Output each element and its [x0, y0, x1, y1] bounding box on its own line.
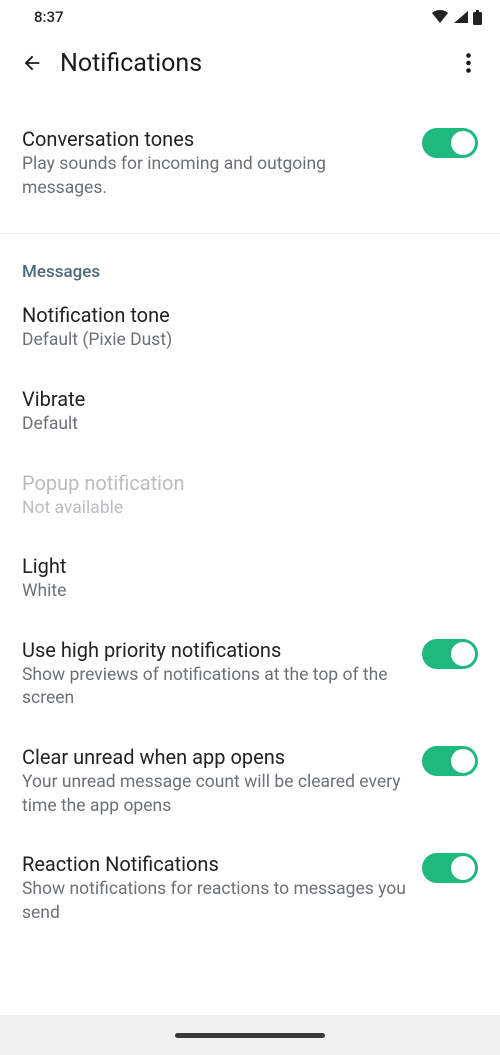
toggle-clear-unread[interactable]	[422, 746, 478, 776]
setting-text: Conversation tones Play sounds for incom…	[22, 126, 422, 200]
wifi-icon	[431, 10, 449, 24]
setting-title: Conversation tones	[22, 126, 410, 152]
status-bar: 8:37	[0, 0, 500, 34]
setting-subtitle: Show notifications for reactions to mess…	[22, 878, 410, 925]
settings-content: Conversation tones Play sounds for incom…	[0, 92, 500, 943]
setting-vibrate[interactable]: Vibrate Default	[0, 370, 500, 454]
setting-subtitle: Your unread message count will be cleare…	[22, 771, 410, 818]
status-time: 8:37	[34, 8, 64, 26]
toggle-reaction-notifications[interactable]	[422, 853, 478, 883]
setting-reaction-notifications[interactable]: Reaction Notifications Show notification…	[0, 835, 500, 942]
setting-text: Notification tone Default (Pixie Dust)	[22, 302, 478, 353]
setting-notification-tone[interactable]: Notification tone Default (Pixie Dust)	[0, 286, 500, 370]
battery-icon	[473, 10, 482, 25]
signal-icon	[453, 10, 469, 24]
bottom-nav-area	[0, 1015, 500, 1055]
nav-handle[interactable]	[175, 1033, 325, 1038]
setting-subtitle: Default (Pixie Dust)	[22, 329, 466, 353]
setting-title: Use high priority notifications	[22, 637, 410, 663]
setting-text: Popup notification Not available	[22, 470, 478, 521]
overflow-menu-button[interactable]	[450, 45, 486, 81]
setting-title: Clear unread when app opens	[22, 744, 410, 770]
setting-subtitle: Show previews of notifications at the to…	[22, 664, 410, 711]
status-icons	[431, 10, 482, 25]
setting-title: Popup notification	[22, 470, 466, 496]
setting-subtitle: Not available	[22, 497, 466, 521]
setting-subtitle: Play sounds for incoming and outgoing me…	[22, 153, 410, 200]
setting-high-priority[interactable]: Use high priority notifications Show pre…	[0, 621, 500, 728]
back-arrow-icon	[21, 52, 43, 74]
setting-subtitle: White	[22, 580, 466, 604]
setting-text: Clear unread when app opens Your unread …	[22, 744, 422, 818]
back-button[interactable]	[14, 45, 50, 81]
setting-conversation-tones[interactable]: Conversation tones Play sounds for incom…	[0, 96, 500, 217]
toggle-conversation-tones[interactable]	[422, 128, 478, 158]
setting-title: Vibrate	[22, 386, 466, 412]
app-bar: Notifications	[0, 34, 500, 92]
setting-text: Reaction Notifications Show notification…	[22, 851, 422, 925]
setting-title: Light	[22, 553, 466, 579]
setting-text: Light White	[22, 553, 478, 604]
setting-subtitle: Default	[22, 413, 466, 437]
setting-text: Vibrate Default	[22, 386, 478, 437]
setting-light[interactable]: Light White	[0, 537, 500, 621]
section-header-messages: Messages	[0, 234, 500, 286]
page-title: Notifications	[60, 49, 450, 78]
more-vert-icon	[466, 53, 471, 73]
setting-text: Use high priority notifications Show pre…	[22, 637, 422, 711]
toggle-high-priority[interactable]	[422, 639, 478, 669]
setting-clear-unread[interactable]: Clear unread when app opens Your unread …	[0, 728, 500, 835]
setting-popup-notification: Popup notification Not available	[0, 454, 500, 538]
setting-title: Notification tone	[22, 302, 466, 328]
setting-title: Reaction Notifications	[22, 851, 410, 877]
